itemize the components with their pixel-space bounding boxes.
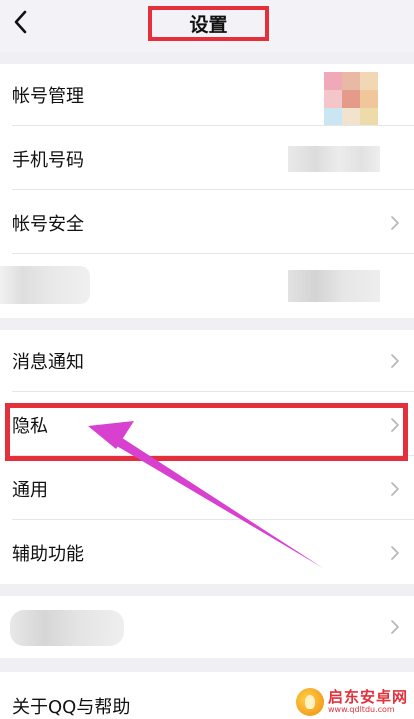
settings-item-label: 手机号码 — [12, 150, 84, 171]
redacted-value — [288, 270, 380, 302]
row-divider — [12, 125, 414, 126]
settings-item-label: 关于QQ与帮助 — [12, 697, 131, 718]
avatar — [324, 72, 378, 126]
redacted-label — [0, 266, 90, 304]
row-divider — [12, 455, 414, 456]
chevron-right-icon — [390, 417, 400, 433]
watermark-url: www.qdltdu.com — [327, 704, 395, 714]
settings-item-label: 帐号安全 — [12, 214, 84, 235]
settings-item-redacted[interactable] — [0, 256, 414, 318]
nav-bar: 设置 — [0, 0, 414, 52]
chevron-right-icon — [390, 353, 400, 369]
row-divider — [12, 391, 414, 392]
page-title: 设置 — [189, 14, 228, 36]
chevron-right-icon — [390, 619, 400, 635]
chevron-right-icon — [390, 545, 400, 561]
settings-item-notifications[interactable]: 消息通知 — [0, 330, 414, 392]
title-highlight-box: 设置 — [148, 6, 269, 41]
back-button[interactable] — [8, 6, 36, 38]
redacted-phone-number — [288, 146, 380, 172]
chevron-right-icon — [390, 481, 400, 497]
settings-item-general[interactable]: 通用 — [0, 458, 414, 520]
settings-item-privacy[interactable]: 隐私 — [0, 394, 414, 456]
settings-item-label: 消息通知 — [12, 352, 84, 373]
settings-item-accessibility[interactable]: 辅助功能 — [0, 522, 414, 584]
redacted-label — [10, 610, 124, 646]
site-watermark: 启东安卓网 www.qdltdu.com — [295, 687, 408, 717]
row-divider — [12, 253, 414, 254]
settings-item-redacted-2[interactable] — [0, 596, 414, 658]
settings-item-label: 隐私 — [12, 416, 48, 437]
row-divider — [12, 519, 414, 520]
chevron-right-icon — [390, 215, 400, 231]
settings-item-label: 通用 — [12, 480, 48, 501]
general-settings-group: 消息通知 隐私 通用 辅助功能 — [0, 330, 414, 584]
watermark-logo-icon — [295, 688, 324, 716]
settings-item-label: 帐号管理 — [12, 86, 84, 107]
account-settings-group: 帐号管理 手机号码 帐号安全 — [0, 64, 414, 318]
settings-item-label: 辅助功能 — [12, 544, 84, 565]
settings-item-phone-number[interactable]: 手机号码 — [0, 128, 414, 190]
redacted-group — [0, 596, 414, 658]
watermark-name: 启东安卓网 — [327, 687, 408, 706]
row-divider — [12, 189, 414, 190]
chevron-left-icon — [14, 10, 27, 34]
settings-item-account-management[interactable]: 帐号管理 — [0, 64, 414, 126]
settings-item-account-security[interactable]: 帐号安全 — [0, 192, 414, 254]
